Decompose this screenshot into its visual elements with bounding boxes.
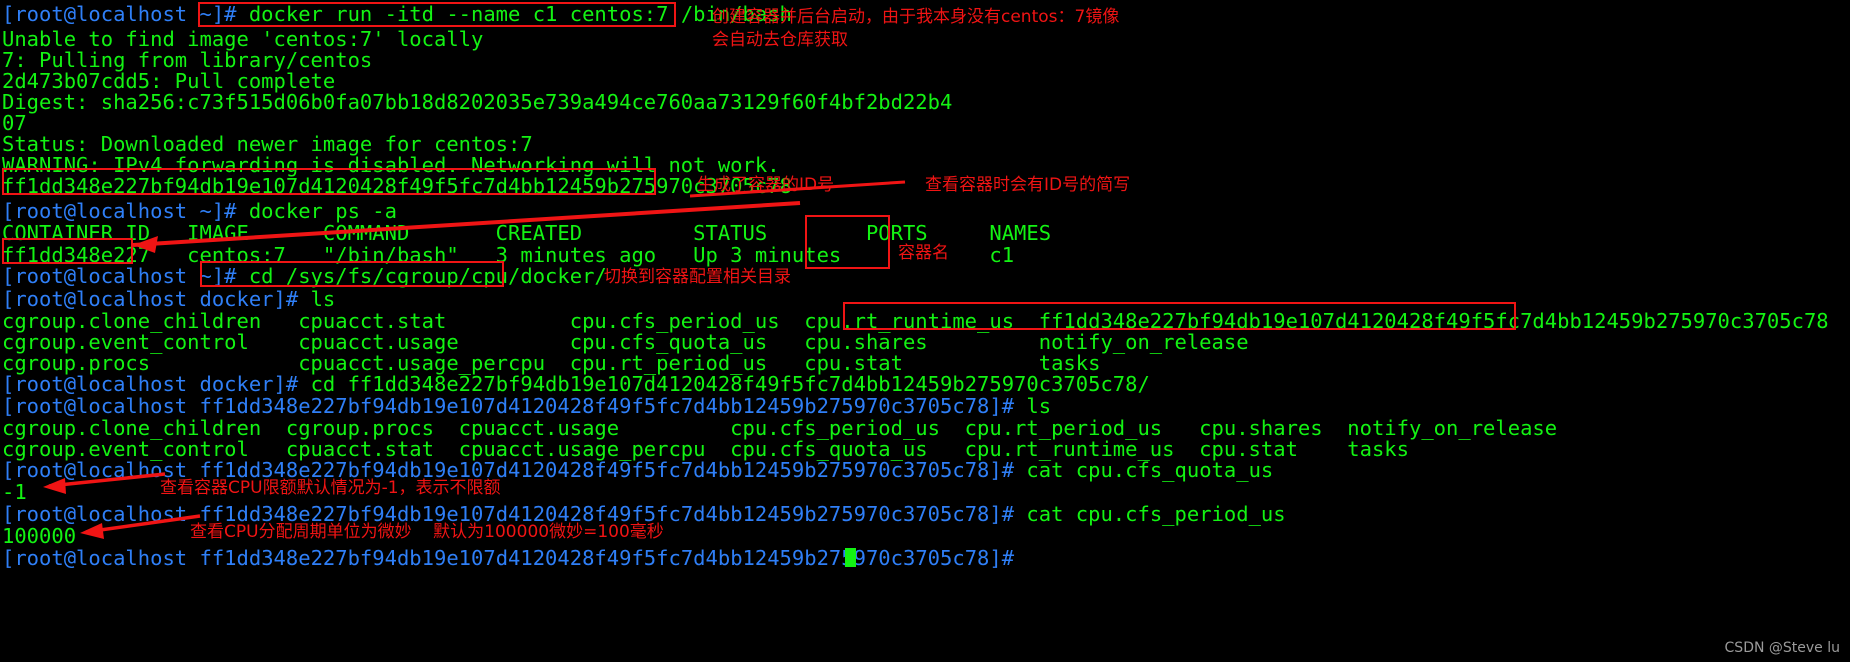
terminal-line: 100000: [2, 524, 76, 548]
annotation-a2: 会自动去仓库获取: [712, 30, 848, 50]
shell-text: cd ff1dd348e227bf94db19e107d4120428f49f5…: [310, 372, 1150, 396]
shell-prompt: [root@localhost: [2, 394, 200, 418]
shell-text: ls: [1026, 394, 1052, 418]
shell-text: 100000: [2, 524, 77, 548]
annotation-a7: 查看容器CPU限额默认情况为-1，表示不限额: [160, 478, 501, 498]
annotation-a1: 创建容器并后台启动，由于我本身没有centos：7镜像: [712, 7, 1120, 27]
shell-prompt: [root@localhost: [2, 546, 200, 570]
shell-prompt: [root@localhost docker]#: [2, 372, 311, 396]
shell-prompt: ]#: [989, 394, 1027, 418]
terminal-line: [root@localhost ~]# docker ps -a: [2, 199, 397, 223]
annotation-a6: 切换到容器配置相关目录: [604, 267, 791, 287]
shell-text: cd /sys/fs/cgroup/cpu/docker/: [248, 264, 607, 288]
terminal-cursor: [845, 548, 856, 567]
annotation-a3: 生成了容器的ID号: [697, 175, 835, 195]
annotation-a8: 查看CPU分配周期单位为微妙 默认为100000微妙=100毫秒: [190, 522, 664, 542]
shell-text: ls: [310, 287, 336, 311]
terminal-line: [root@localhost ff1dd348e227bf94db19e107…: [2, 546, 1026, 570]
shell-prompt: [root@localhost ~]#: [2, 2, 249, 26]
shell-prompt: ff1dd348e227bf94db19e107d4120428f49f5fc7…: [199, 394, 990, 418]
shell-text: ff1dd348e227bf94db19e107d4120428f49f5fc7…: [2, 174, 792, 198]
terminal-line: Digest: sha256:c73f515d06b0fa07bb18d8202…: [2, 90, 952, 114]
terminal-line: [root@localhost docker]# cd ff1dd348e227…: [2, 372, 1150, 396]
annotation-a5: 容器名: [898, 243, 949, 263]
terminal-line: [root@localhost ~]# docker run -itd --na…: [2, 2, 792, 26]
shell-prompt: ]#: [989, 458, 1027, 482]
shell-text: CONTAINER ID IMAGE COMMAND CREATED STATU…: [2, 221, 1052, 245]
shell-text: cat cpu.cfs_period_us: [1026, 502, 1286, 526]
shell-prompt: [root@localhost ~]#: [2, 264, 249, 288]
terminal-line: ff1dd348e227bf94db19e107d4120428f49f5fc7…: [2, 174, 792, 198]
terminal-line: -1: [2, 480, 27, 504]
terminal-line: [root@localhost ~]# cd /sys/fs/cgroup/cp…: [2, 264, 607, 288]
shell-prompt: [root@localhost: [2, 502, 200, 526]
shell-text: cat cpu.cfs_quota_us: [1026, 458, 1274, 482]
terminal-line: CONTAINER ID IMAGE COMMAND CREATED STATU…: [2, 221, 1051, 245]
annotation-a4: 查看容器时会有ID号的简写: [925, 175, 1131, 195]
terminal-line: [root@localhost docker]# ls: [2, 287, 335, 311]
shell-text: -1: [2, 480, 27, 504]
shell-prompt: ff1dd348e227bf94db19e107d4120428f49f5fc7…: [199, 546, 990, 570]
shell-text: docker run -itd --name c1 centos:7 /bin/…: [248, 2, 792, 26]
shell-text: Digest: sha256:c73f515d06b0fa07bb18d8202…: [2, 90, 953, 114]
terminal-line: [root@localhost ff1dd348e227bf94db19e107…: [2, 394, 1051, 418]
terminal-screen: [root@localhost ~]# docker run -itd --na…: [0, 0, 1850, 662]
shell-prompt: ]#: [989, 502, 1027, 526]
shell-prompt: [root@localhost ~]#: [2, 199, 249, 223]
watermark: CSDN @Steve lu: [1724, 640, 1840, 656]
shell-prompt: [root@localhost docker]#: [2, 287, 311, 311]
shell-text: docker ps -a: [248, 199, 397, 223]
shell-prompt: ]#: [989, 546, 1027, 570]
